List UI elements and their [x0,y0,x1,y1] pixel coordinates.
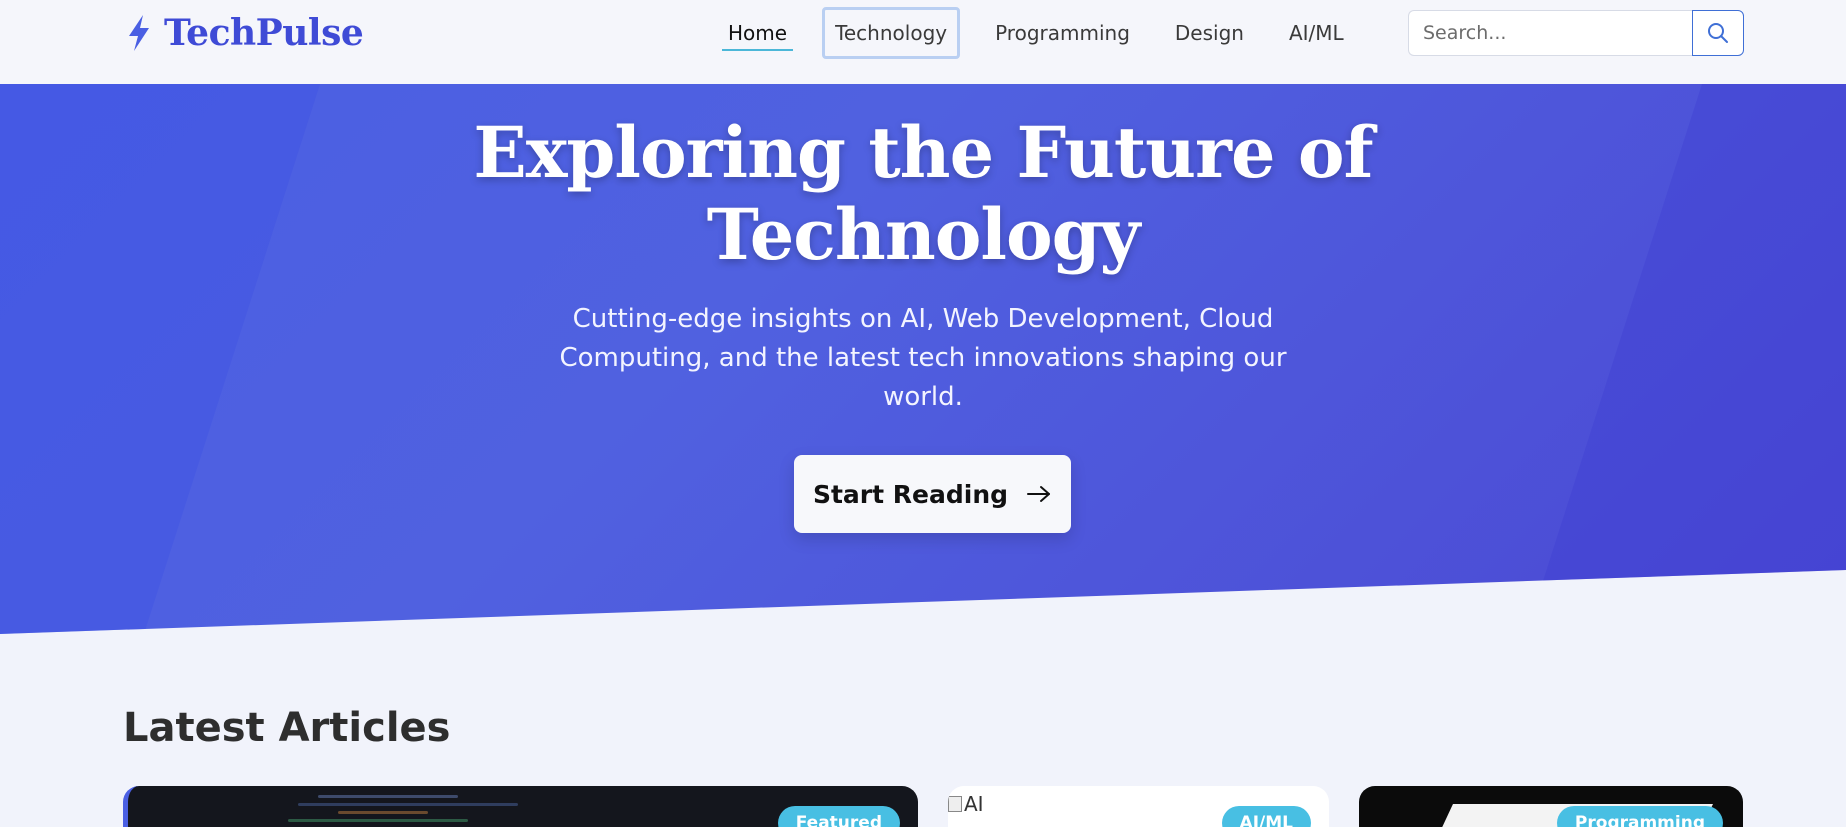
nav-link-ai-ml[interactable]: AI/ML [1279,7,1354,59]
top-navbar: TechPulse Home Technology Programming De… [0,0,1846,84]
article-badge: AI/ML [1221,806,1311,827]
hero-subtitle: Cutting-edge insights on AI, Web Develop… [559,304,1287,412]
article-card-ai-ml[interactable]: AI AI/ML [948,786,1329,827]
lightning-bolt-icon [129,15,149,51]
article-card-featured[interactable]: Featured [123,786,918,827]
article-image-code [278,790,518,827]
broken-image-icon: AI [948,792,984,816]
nav-link-design[interactable]: Design [1165,7,1254,59]
start-reading-button[interactable]: Start Reading [794,455,1071,533]
search-button[interactable] [1692,10,1744,56]
article-badge: Featured [777,806,900,827]
hero-title: Exploring the Future of Technology [473,111,1373,276]
article-image-alt: AI [964,792,984,816]
site-name: TechPulse [164,12,364,54]
hero-decoration-right [1526,84,1846,634]
search-icon [1708,23,1728,43]
search-input[interactable] [1408,10,1692,56]
article-card-programming[interactable]: Programming [1359,786,1743,827]
nav-link-home[interactable]: Home [718,7,797,59]
main-nav: Home Technology Programming Design AI/ML [718,0,1379,66]
start-reading-label: Start Reading [812,479,1009,509]
nav-link-programming[interactable]: Programming [985,7,1140,59]
nav-link-technology[interactable]: Technology [822,7,961,59]
arrow-right-icon [1027,486,1051,502]
search-form [1408,10,1744,56]
article-badge: Programming [1556,806,1723,827]
site-logo[interactable]: TechPulse [124,12,364,54]
hero-decoration-left [0,84,320,634]
hero-banner: Exploring the Future of Technology Cutti… [0,84,1846,634]
latest-articles-heading: Latest Articles [123,705,451,751]
